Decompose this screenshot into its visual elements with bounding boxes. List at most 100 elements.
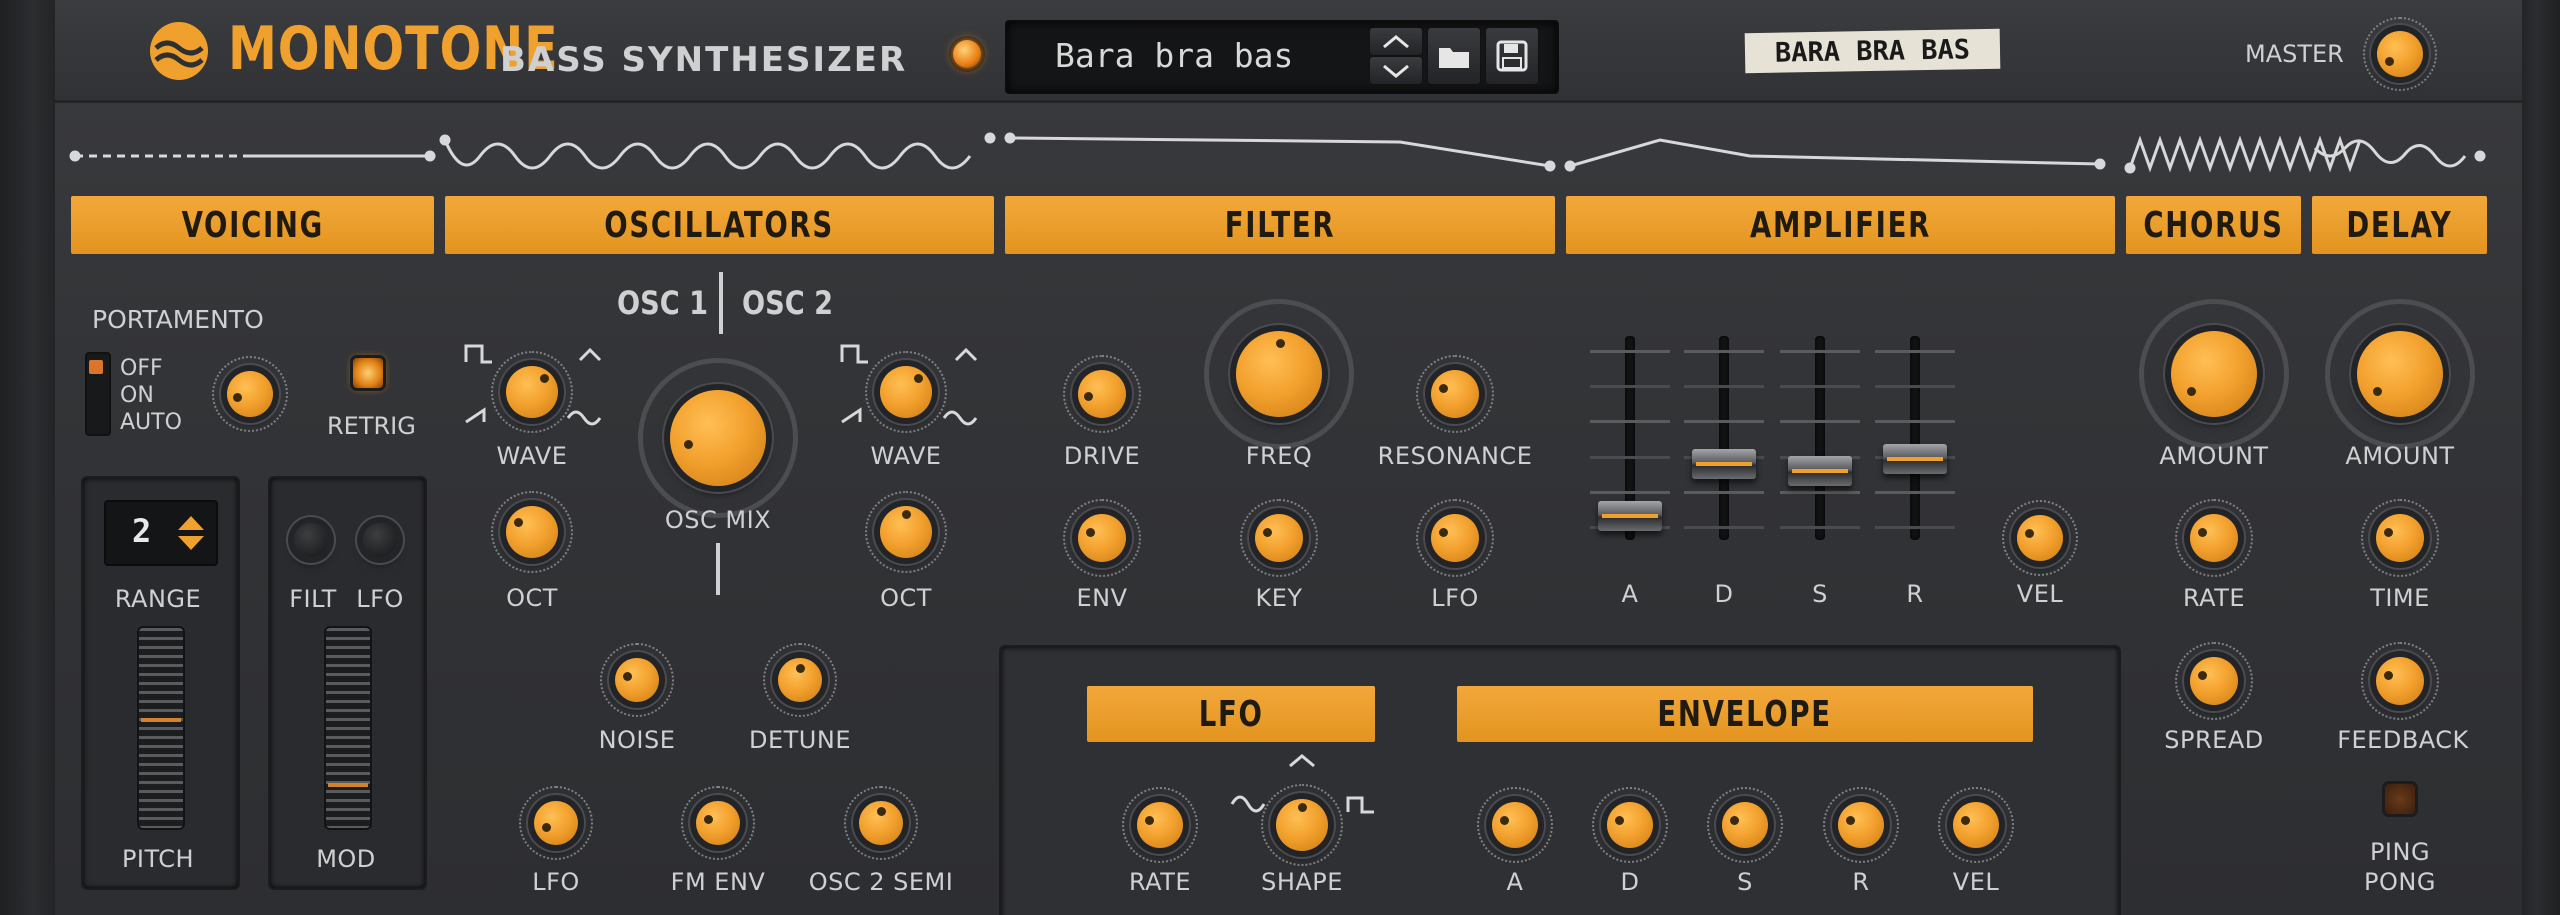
- detune-label: DETUNE: [749, 726, 851, 754]
- amp-s-fader-track: [1815, 336, 1825, 540]
- amp-a-fader[interactable]: [1598, 501, 1662, 532]
- lfo-rate-knob[interactable]: [1122, 787, 1198, 863]
- portamento-option-on: ON: [120, 383, 154, 408]
- portamento-option-off: OFF: [120, 356, 163, 381]
- env-decay-knob[interactable]: [1592, 787, 1668, 863]
- range-stepper-icon[interactable]: [174, 510, 208, 556]
- pitch-label: PITCH: [121, 845, 195, 873]
- delay-feedback-knob[interactable]: [2361, 642, 2439, 720]
- osc1-wave-label: WAVE: [496, 442, 568, 470]
- range-selector[interactable]: 2: [104, 500, 218, 566]
- fader-tick: [1875, 350, 1955, 353]
- save-preset-button[interactable]: [1485, 27, 1539, 85]
- preset-tape-label: BARA BRA BAS: [1744, 28, 2001, 74]
- amp-decay-label: D: [1714, 580, 1734, 608]
- mod-wheel[interactable]: [324, 626, 372, 830]
- detune-knob[interactable]: [763, 643, 837, 717]
- osc2-wave-knob[interactable]: [865, 351, 947, 433]
- mod-label: MOD: [316, 845, 376, 873]
- delay-time-label: TIME: [2370, 584, 2430, 612]
- chorus-rate-knob[interactable]: [2175, 499, 2253, 577]
- delay-amount-knob[interactable]: [2325, 299, 2475, 449]
- ping-pong-button[interactable]: [2385, 784, 2415, 814]
- portamento-mode-switch[interactable]: [85, 352, 111, 436]
- amp-release-label: R: [1906, 580, 1924, 608]
- brand-subtitle: BASS SYNTHESIZER: [500, 40, 908, 80]
- delay-time-knob[interactable]: [2361, 499, 2439, 577]
- amp-s-fader[interactable]: [1788, 456, 1852, 487]
- fader-tick: [1590, 490, 1670, 494]
- preset-down-button[interactable]: [1369, 56, 1423, 85]
- delay-amount-label: AMOUNT: [2345, 442, 2455, 470]
- fader-tick: [1875, 526, 1955, 529]
- amp-d-fader-track: [1719, 336, 1729, 540]
- wheel-filt-knob[interactable]: [292, 521, 330, 559]
- amp-vel-knob[interactable]: [2002, 500, 2078, 576]
- env-vel-knob[interactable]: [1938, 787, 2014, 863]
- noise-knob[interactable]: [600, 643, 674, 717]
- delay-feedback-label: FEEDBACK: [2337, 726, 2469, 754]
- fader-tick: [1780, 490, 1860, 494]
- filter-resonance-label: RESONANCE: [1377, 442, 1533, 470]
- env-vel-label: VEL: [1952, 868, 2000, 896]
- preset-up-button[interactable]: [1369, 27, 1423, 56]
- osc-lfo-knob[interactable]: [519, 786, 593, 860]
- section-header-filter: FILTER: [1005, 196, 1555, 254]
- filter-drive-knob[interactable]: [1063, 355, 1141, 433]
- amp-vel-label: VEL: [2016, 580, 2064, 608]
- env-sustain-knob[interactable]: [1707, 787, 1783, 863]
- open-preset-button[interactable]: [1427, 27, 1481, 85]
- right-rack-rail: [2522, 0, 2560, 915]
- filter-env-knob[interactable]: [1063, 499, 1141, 577]
- chorus-spread-knob[interactable]: [2175, 642, 2253, 720]
- fader-tick: [1875, 385, 1955, 389]
- wheel-lfo-knob[interactable]: [361, 521, 399, 559]
- amp-r-fader[interactable]: [1883, 443, 1947, 474]
- portamento-knob[interactable]: [212, 356, 288, 432]
- fader-tick: [1780, 526, 1860, 529]
- fader-tick: [1590, 385, 1670, 389]
- chorus-spread-label: SPREAD: [2164, 726, 2264, 754]
- fader-tick: [1684, 526, 1764, 529]
- osc-mix-label: OSC MIX: [664, 506, 772, 534]
- fader-tick: [1684, 490, 1764, 494]
- env-release-knob[interactable]: [1823, 787, 1899, 863]
- section-header-voicing: VOICING: [71, 196, 434, 254]
- env-attack-label: A: [1506, 868, 1524, 896]
- fm-env-knob[interactable]: [681, 786, 755, 860]
- env-attack-knob[interactable]: [1477, 787, 1553, 863]
- portamento-label: PORTAMENTO: [92, 305, 264, 334]
- osc-mix-divider: [716, 543, 720, 595]
- master-label: MASTER: [2245, 40, 2344, 68]
- osc2-semi-knob[interactable]: [844, 786, 918, 860]
- filter-drive-label: DRIVE: [1063, 442, 1141, 470]
- amp-attack-label: A: [1621, 580, 1639, 608]
- synth-panel: MONOTONE BASS SYNTHESIZER Bara bra bas B…: [0, 0, 2560, 915]
- retrig-button[interactable]: [353, 358, 383, 388]
- filter-resonance-knob[interactable]: [1416, 355, 1494, 433]
- filter-lfo-knob[interactable]: [1416, 499, 1494, 577]
- osc-title-divider: [719, 272, 723, 334]
- power-led-icon[interactable]: [953, 40, 981, 68]
- amp-d-fader[interactable]: [1692, 449, 1756, 480]
- osc2-oct-knob[interactable]: [865, 491, 947, 573]
- fm-env-label: FM ENV: [670, 868, 766, 896]
- osc1-oct-knob[interactable]: [491, 491, 573, 573]
- fader-tick: [1590, 350, 1670, 353]
- osc-lfo-label: LFO: [532, 868, 580, 896]
- chorus-amount-label: AMOUNT: [2159, 442, 2269, 470]
- retrig-label: RETRIG: [327, 412, 416, 440]
- lfo-shape-knob[interactable]: [1261, 784, 1343, 866]
- fader-tick: [1590, 420, 1670, 424]
- chorus-amount-knob[interactable]: [2139, 299, 2289, 449]
- master-knob[interactable]: [2363, 17, 2437, 91]
- osc1-wave-knob[interactable]: [491, 351, 573, 433]
- pitch-wheel[interactable]: [137, 626, 185, 830]
- filter-key-knob[interactable]: [1240, 499, 1318, 577]
- ping-label: PING: [2369, 838, 2431, 866]
- section-header-lfo: LFO: [1087, 686, 1375, 742]
- filter-freq-knob[interactable]: [1204, 299, 1354, 449]
- env-release-label: R: [1852, 868, 1870, 896]
- env-decay-label: D: [1620, 868, 1640, 896]
- osc-mix-knob[interactable]: [638, 358, 798, 518]
